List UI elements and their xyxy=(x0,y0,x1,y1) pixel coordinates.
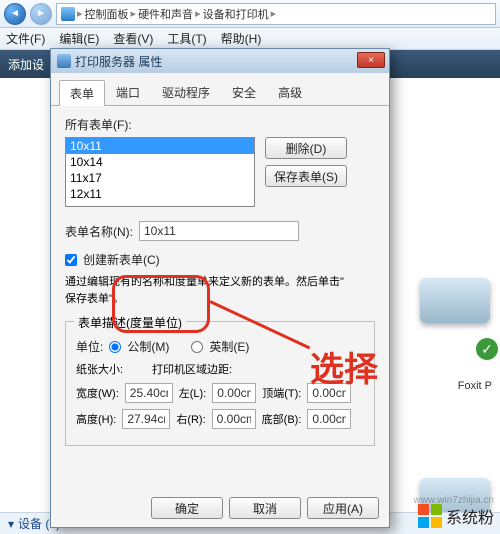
crumb[interactable]: 控制面板 xyxy=(85,6,129,22)
close-button[interactable]: × xyxy=(357,52,385,68)
tab-drivers[interactable]: 驱动程序 xyxy=(151,79,221,105)
chevron-right-icon: ▸ xyxy=(77,7,83,20)
cancel-button[interactable]: 取消 xyxy=(229,497,301,519)
unit-english-label: 英制(E) xyxy=(209,338,249,355)
group-title: 表单描述(度量单位) xyxy=(74,314,186,331)
save-form-button[interactable]: 保存表单(S) xyxy=(265,165,347,187)
menu-tools[interactable]: 工具(T) xyxy=(167,30,206,47)
default-printer-check-icon: ✓ xyxy=(476,338,498,360)
crumb[interactable]: 设备和打印机 xyxy=(203,6,269,22)
add-device-button[interactable]: 添加设 xyxy=(8,56,44,73)
width-label: 宽度(W): xyxy=(76,385,119,401)
dialog-footer: 确定 取消 应用(A) xyxy=(151,497,379,519)
tab-advanced[interactable]: 高级 xyxy=(267,79,313,105)
chevron-right-icon: ▸ xyxy=(271,7,277,20)
chevron-right-icon: ▸ xyxy=(131,7,137,20)
all-forms-label: 所有表单(F): xyxy=(65,116,375,133)
top-label: 顶端(T): xyxy=(262,385,301,401)
width-input[interactable] xyxy=(125,383,173,403)
close-icon: × xyxy=(368,55,374,66)
menu-edit[interactable]: 编辑(E) xyxy=(59,30,99,47)
left-input[interactable] xyxy=(212,383,256,403)
nav-back-button[interactable]: ◄ xyxy=(4,3,26,25)
tab-security[interactable]: 安全 xyxy=(221,79,267,105)
list-item[interactable]: 10x11 xyxy=(66,138,254,154)
tab-ports[interactable]: 端口 xyxy=(105,79,151,105)
list-item[interactable]: 12x11 xyxy=(66,186,254,202)
hint-text: 通过编辑现有的名称和度量单来定义新的表单。然后单击" 保存表单"。 xyxy=(65,274,375,307)
left-label: 左(L): xyxy=(179,385,207,401)
tab-forms[interactable]: 表单 xyxy=(59,80,105,106)
bottom-input[interactable] xyxy=(307,409,351,429)
ok-button[interactable]: 确定 xyxy=(151,497,223,519)
list-item[interactable]: 11x17 xyxy=(66,170,254,186)
unit-metric-radio[interactable] xyxy=(109,341,121,353)
explorer-navbar: ◄ ► ▸ 控制面板 ▸ 硬件和声音 ▸ 设备和打印机 ▸ xyxy=(0,0,500,28)
form-name-label: 表单名称(N): xyxy=(65,223,133,240)
delete-button[interactable]: 删除(D) xyxy=(265,137,347,159)
printer-icon[interactable] xyxy=(420,278,490,323)
printer-label: Foxit P xyxy=(458,380,492,392)
dialog-tabs: 表单 端口 驱动程序 安全 高级 xyxy=(51,73,389,106)
height-input[interactable] xyxy=(122,409,170,429)
print-area-label: 打印机区域边距: xyxy=(152,361,232,377)
unit-metric-label: 公制(M) xyxy=(127,338,169,355)
form-name-input[interactable] xyxy=(139,221,299,241)
bottom-label: 底部(B): xyxy=(262,411,302,427)
printer-icon xyxy=(57,54,71,68)
control-panel-icon xyxy=(61,7,75,21)
unit-english-radio[interactable] xyxy=(191,341,203,353)
chevron-right-icon: ▸ xyxy=(195,7,201,20)
height-label: 高度(H): xyxy=(76,411,116,427)
create-new-form-label: 创建新表单(C) xyxy=(83,251,160,268)
dialog-title: 打印服务器 属性 xyxy=(75,53,162,70)
menu-help[interactable]: 帮助(H) xyxy=(221,30,262,47)
form-description-group: 表单描述(度量单位) 单位: 公制(M) 英制(E) 纸张大小: 打印机区域边距… xyxy=(65,321,375,446)
menu-view[interactable]: 查看(V) xyxy=(113,30,153,47)
menu-file[interactable]: 文件(F) xyxy=(6,30,45,47)
paper-size-label: 纸张大小: xyxy=(76,361,146,377)
right-label: 右(R): xyxy=(176,411,205,427)
dialog-titlebar[interactable]: 打印服务器 属性 × xyxy=(51,49,389,73)
nav-forward-button[interactable]: ► xyxy=(30,3,52,25)
right-input[interactable] xyxy=(212,409,256,429)
breadcrumb[interactable]: ▸ 控制面板 ▸ 硬件和声音 ▸ 设备和打印机 ▸ xyxy=(56,3,496,25)
menu-bar: 文件(F) 编辑(E) 查看(V) 工具(T) 帮助(H) xyxy=(0,28,500,50)
create-new-form-checkbox[interactable] xyxy=(65,254,77,266)
forms-listbox[interactable]: 10x11 10x14 11x17 12x11 xyxy=(65,137,255,207)
top-input[interactable] xyxy=(307,383,351,403)
list-item[interactable]: 10x14 xyxy=(66,154,254,170)
print-server-properties-dialog: 打印服务器 属性 × 表单 端口 驱动程序 安全 高级 所有表单(F): 10x… xyxy=(50,48,390,528)
apply-button[interactable]: 应用(A) xyxy=(307,497,379,519)
chevron-down-icon[interactable]: ▾ xyxy=(8,517,14,531)
forms-panel: 所有表单(F): 10x11 10x14 11x17 12x11 删除(D) 保… xyxy=(51,106,389,456)
crumb[interactable]: 硬件和声音 xyxy=(138,6,193,22)
unit-label: 单位: xyxy=(76,338,103,355)
